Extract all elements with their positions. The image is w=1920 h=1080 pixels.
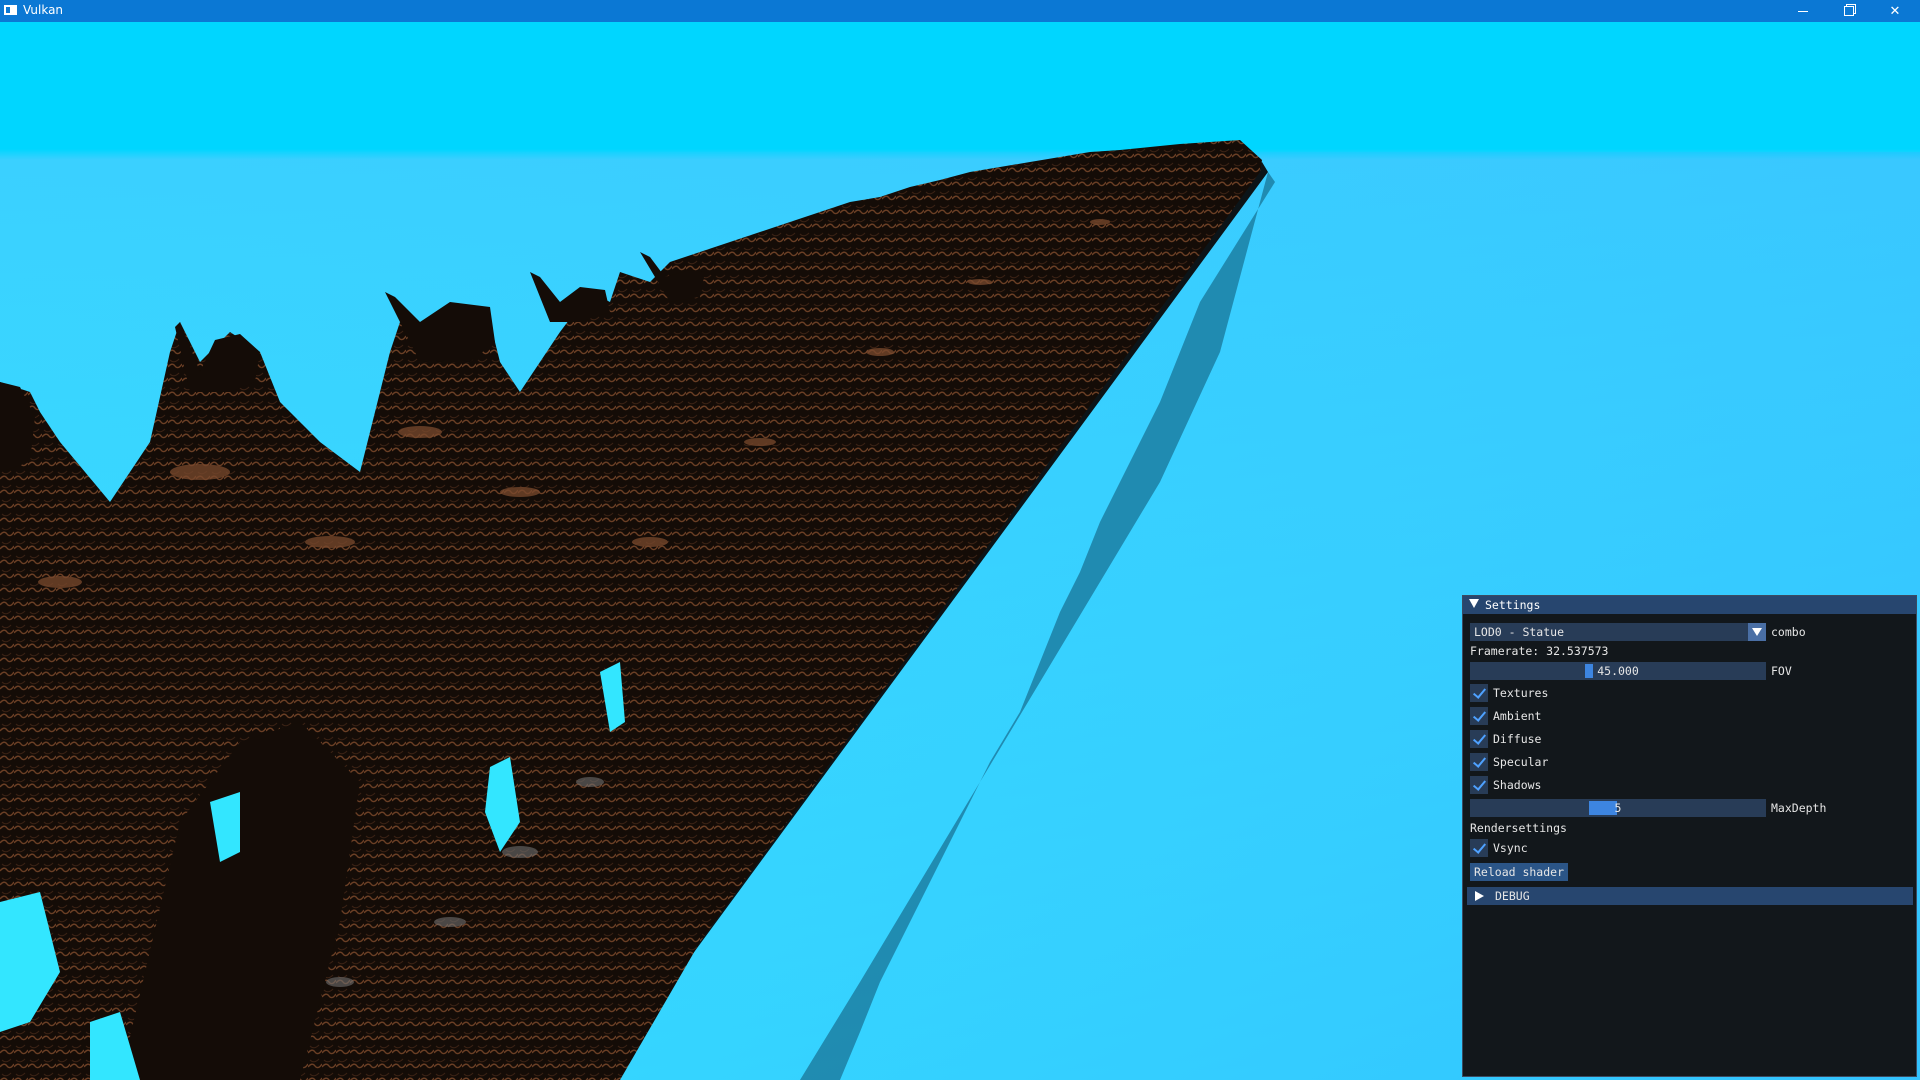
textures-checkbox[interactable] (1470, 684, 1488, 702)
lod-combo-label: combo (1771, 625, 1806, 639)
settings-window[interactable]: Settings LOD0 - Statue combo Framerate: … (1462, 595, 1917, 1077)
diffuse-checkbox[interactable] (1470, 730, 1488, 748)
reload-shader-button[interactable]: Reload shader (1470, 863, 1569, 881)
window-title-bar: Vulkan ✕ (0, 0, 1920, 22)
specular-label: Specular (1493, 755, 1549, 769)
lod-combo[interactable]: LOD0 - Statue (1470, 623, 1763, 641)
vsync-label: Vsync (1493, 841, 1528, 855)
fov-slider[interactable]: 45.000 (1470, 662, 1766, 680)
debug-header[interactable]: DEBUG (1467, 887, 1913, 905)
minimize-icon[interactable] (1780, 0, 1826, 22)
lod-combo-value: LOD0 - Statue (1474, 625, 1565, 639)
shadows-label: Shadows (1493, 778, 1542, 792)
debug-label: DEBUG (1495, 889, 1530, 903)
framerate-text: Framerate: 32.537573 (1470, 644, 1609, 658)
textures-label: Textures (1493, 686, 1549, 700)
window-title: Vulkan (23, 3, 64, 17)
settings-header[interactable]: Settings (1463, 596, 1916, 614)
fov-value: 45.000 (1597, 664, 1639, 678)
shadows-checkbox[interactable] (1470, 776, 1488, 794)
specular-checkbox[interactable] (1470, 753, 1488, 771)
maxdepth-label: MaxDepth (1771, 801, 1827, 815)
maxdepth-value: 5 (1614, 801, 1622, 815)
collapse-triangle-icon[interactable] (1469, 599, 1479, 608)
chevron-down-icon[interactable] (1748, 623, 1766, 641)
settings-title: Settings (1485, 598, 1541, 612)
rendersettings-heading: Rendersettings (1470, 821, 1567, 835)
ambient-checkbox[interactable] (1470, 707, 1488, 725)
fov-label: FOV (1771, 664, 1792, 678)
expand-triangle-icon[interactable] (1475, 891, 1484, 901)
diffuse-label: Diffuse (1493, 732, 1542, 746)
close-icon[interactable]: ✕ (1872, 0, 1918, 22)
app-icon (4, 5, 17, 15)
vsync-checkbox[interactable] (1470, 839, 1488, 857)
restore-icon[interactable] (1826, 0, 1872, 22)
maxdepth-slider[interactable]: 5 (1470, 799, 1766, 817)
ambient-label: Ambient (1493, 709, 1542, 723)
